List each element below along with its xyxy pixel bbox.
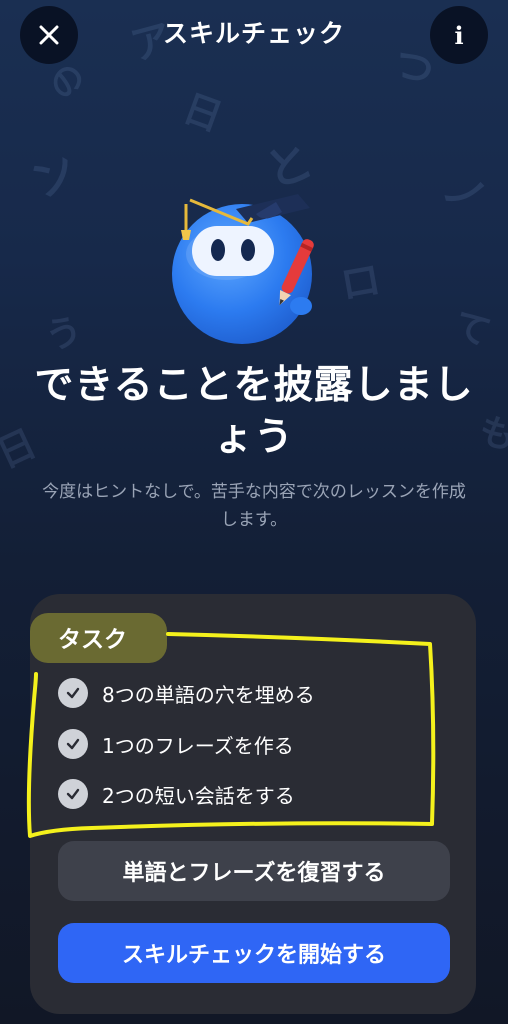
start-skill-check-button[interactable]: スキルチェックを開始する xyxy=(58,923,450,983)
background-glyph: ノ xyxy=(434,161,495,225)
review-button[interactable]: 単語とフレーズを復習する xyxy=(58,841,450,901)
hero-subtitle: 今度はヒントなしで。苦手な内容で次のレッスンを作成します。 xyxy=(42,482,466,530)
mascot-illustration xyxy=(172,194,314,344)
info-icon: i xyxy=(454,20,464,50)
info-button[interactable]: i xyxy=(430,6,488,64)
background-glyph: 日 xyxy=(177,85,229,140)
background-glyph: う xyxy=(41,309,87,359)
background-glyph: て xyxy=(447,303,496,355)
annotation-outline xyxy=(26,632,436,838)
background-glyph: ン xyxy=(22,142,87,209)
hero-title: できることを披露しましょう xyxy=(34,363,474,460)
